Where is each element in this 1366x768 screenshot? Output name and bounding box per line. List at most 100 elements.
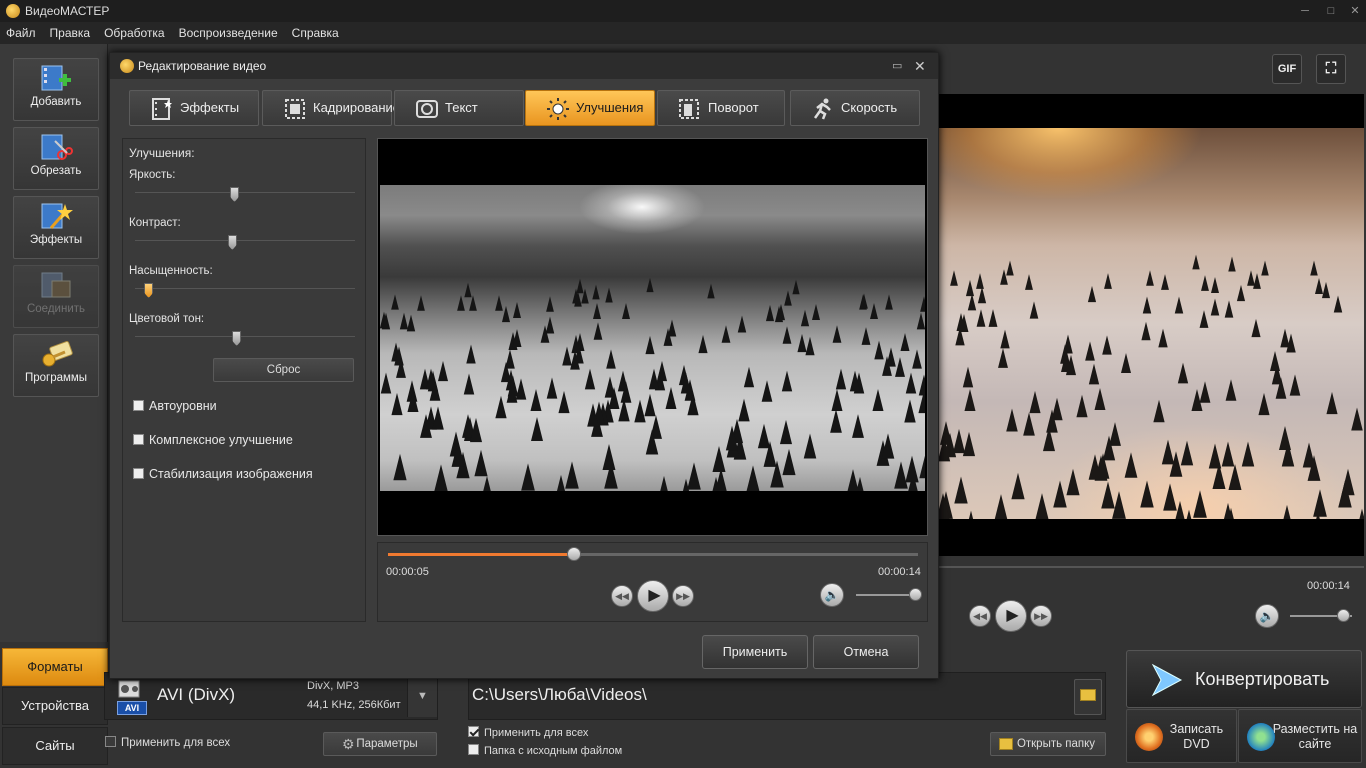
tree-shape [438, 361, 449, 382]
main-play-button[interactable]: ▶ [995, 600, 1027, 632]
tree-shape [1279, 504, 1294, 519]
main-volume-handle[interactable] [1336, 609, 1350, 622]
tab-enhance-label: Улучшения [576, 100, 644, 115]
skip-back-icon: ◀◀ [615, 591, 629, 601]
main-prev-button[interactable]: ◀◀ [969, 605, 991, 627]
menu-playback[interactable]: Воспроизведение [179, 26, 278, 40]
minimize-icon[interactable]: ─ [1294, 2, 1316, 20]
contrast-handle[interactable] [227, 235, 237, 250]
burn-dvd-label: Записать DVD [1169, 722, 1224, 751]
video-edit-dialog: Редактирование видео ▭ ✕ Эффекты Кадриро… [109, 52, 939, 679]
tree-shape [851, 414, 864, 439]
tree-shape [432, 405, 444, 430]
open-folder-button[interactable]: Открыть папку [990, 732, 1106, 756]
tree-shape [1088, 285, 1097, 302]
apply-button[interactable]: Применить [702, 635, 808, 669]
publish-web-button[interactable]: Разместить на сайте [1238, 709, 1362, 763]
reset-button[interactable]: Сброс [213, 358, 354, 382]
main-volume-button[interactable]: 🔈 [1255, 604, 1279, 628]
dialog-player-controls: 00:00:05 00:00:14 ◀◀ ▶ ▶▶ 🔈 [377, 542, 928, 622]
contrast-slider[interactable] [135, 240, 355, 241]
tree-shape [801, 309, 810, 326]
output-path[interactable]: C:\Users\Люба\Videos\ [472, 685, 647, 705]
join-button[interactable]: Соединить [13, 265, 99, 328]
checkbox-checked-icon [468, 726, 479, 737]
tab-rotate[interactable]: Поворот [657, 90, 785, 126]
tab-speed[interactable]: Скорость [790, 90, 920, 126]
tab-sites[interactable]: Сайты [2, 727, 108, 765]
dialog-volume-handle[interactable] [908, 588, 922, 601]
tree-shape [963, 511, 978, 519]
tab-effects[interactable]: Эффекты [129, 90, 259, 126]
menu-file[interactable]: Файл [6, 26, 36, 40]
menu-edit[interactable]: Правка [50, 26, 91, 40]
menu-help[interactable]: Справка [292, 26, 339, 40]
tree-shape [849, 370, 861, 392]
maximize-icon[interactable]: □ [1320, 2, 1342, 20]
brightness-handle[interactable] [230, 187, 239, 202]
output-apply-all-checkbox[interactable]: Применить для всех [468, 726, 588, 739]
main-video-frame [938, 128, 1364, 519]
dialog-maximize-icon[interactable]: ▭ [892, 53, 902, 79]
menu-process[interactable]: Обработка [104, 26, 165, 40]
source-folder-checkbox[interactable]: Папка с исходным файлом [468, 744, 622, 757]
hue-handle[interactable] [232, 331, 242, 346]
tree-shape [391, 294, 400, 310]
cancel-button[interactable]: Отмена [813, 635, 919, 669]
dialog-volume-slider[interactable] [856, 594, 916, 596]
tab-enhance[interactable]: Улучшения [525, 90, 655, 126]
fullscreen-icon[interactable]: ⛶ [1316, 54, 1346, 84]
tree-shape [1141, 322, 1151, 341]
tree-shape [953, 476, 968, 504]
dialog-play-button[interactable]: ▶ [637, 580, 669, 612]
format-apply-all-checkbox[interactable]: Применить для всех [105, 736, 230, 749]
tree-shape [797, 333, 807, 352]
tree-shape [1302, 442, 1315, 468]
convert-button[interactable]: Конвертировать [1126, 650, 1362, 708]
tree-shape [530, 388, 542, 411]
tree-shape [620, 381, 632, 404]
stabilization-checkbox[interactable]: Стабилизация изображения [133, 467, 313, 481]
cut-button[interactable]: Обрезать [13, 127, 99, 190]
format-selector[interactable]: AVI AVI (DivX) DivX, MP3 44,1 KHz, 256Кб… [104, 672, 438, 720]
tree-shape [738, 315, 747, 333]
complex-enhance-checkbox[interactable]: Комплексное улучшение [133, 433, 293, 447]
add-button[interactable]: Добавить [13, 58, 99, 121]
tree-shape [1341, 469, 1356, 496]
parameters-button[interactable]: ⚙ Параметры [323, 732, 437, 756]
chevron-down-icon[interactable]: ▼ [407, 675, 437, 717]
output-path-panel: C:\Users\Люба\Videos\ [468, 672, 1106, 720]
tab-formats[interactable]: Форматы [2, 648, 108, 686]
tree-shape [963, 366, 974, 388]
auto-levels-checkbox[interactable]: Автоуровни [133, 399, 217, 413]
saturation-handle[interactable] [144, 283, 154, 298]
gif-button[interactable]: GIF [1272, 54, 1302, 84]
dialog-prev-button[interactable]: ◀◀ [611, 585, 633, 607]
saturation-slider[interactable] [135, 288, 355, 289]
tree-shape [1321, 282, 1330, 299]
programs-button[interactable]: Программы [13, 334, 99, 397]
dialog-close-icon[interactable]: ✕ [914, 53, 926, 79]
dialog-timeline-handle[interactable] [566, 547, 581, 561]
burn-dvd-button[interactable]: Записать DVD [1126, 709, 1237, 763]
close-icon[interactable]: ✕ [1344, 2, 1366, 20]
dialog-time-current: 00:00:05 [386, 566, 429, 578]
join-video-icon [41, 272, 71, 298]
tree-shape [594, 322, 603, 340]
main-timeline[interactable] [938, 566, 1364, 568]
tree-shape [680, 372, 691, 393]
dialog-volume-button[interactable]: 🔈 [820, 583, 844, 607]
tree-shape [911, 349, 922, 369]
main-next-button[interactable]: ▶▶ [1030, 605, 1052, 627]
tree-shape [558, 390, 570, 414]
hue-slider[interactable] [135, 336, 355, 337]
tree-shape [1160, 274, 1169, 291]
dialog-next-button[interactable]: ▶▶ [672, 585, 694, 607]
tab-devices[interactable]: Устройства [2, 687, 108, 725]
brightness-slider[interactable] [135, 192, 355, 193]
tab-text[interactable]: Текст [394, 90, 524, 126]
tree-shape [1181, 440, 1194, 466]
tab-crop[interactable]: Кадрирование [262, 90, 400, 126]
effects-button[interactable]: Эффекты [13, 196, 99, 259]
browse-folder-button[interactable] [1074, 679, 1102, 715]
